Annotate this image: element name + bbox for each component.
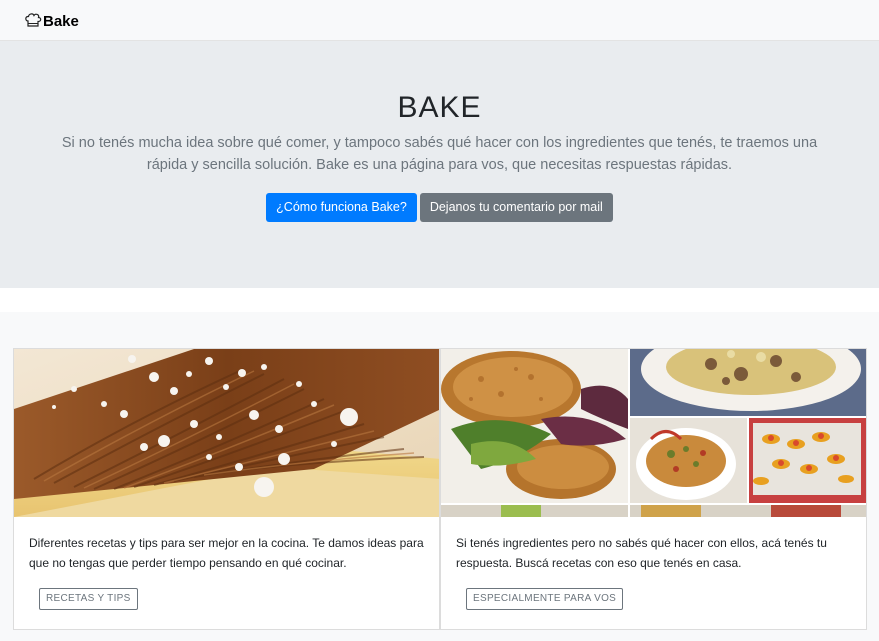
navbar: Bake <box>0 0 879 41</box>
recipes-card-body: Diferentes recetas y tips para ser mejor… <box>14 517 439 610</box>
email-comment-button[interactable]: Dejanos tu comentario por mail <box>419 193 613 222</box>
for-you-card: Si tenés ingredientes pero no sabés qué … <box>440 348 867 630</box>
hero-button-row: ¿Cómo funciona Bake? Dejanos tu comentar… <box>0 193 879 222</box>
especially-for-you-button[interactable]: ESPECIALMENTE PARA VOS <box>466 588 624 610</box>
chef-hat-icon <box>24 12 42 28</box>
dessert-photo <box>14 349 439 517</box>
brand-link[interactable]: Bake <box>24 11 79 30</box>
how-it-works-button[interactable]: ¿Cómo funciona Bake? <box>266 193 417 222</box>
for-you-card-text: Si tenés ingredientes pero no sabés qué … <box>456 536 827 570</box>
hero-section: BAKE Si no tenés mucha idea sobre qué co… <box>0 41 879 288</box>
section-divider <box>0 288 879 312</box>
hero-title: BAKE <box>397 91 482 124</box>
brand-label: Bake <box>43 12 79 30</box>
food-collage-photo <box>441 349 866 517</box>
recipes-tips-button[interactable]: RECETAS Y TIPS <box>39 588 138 610</box>
for-you-card-body: Si tenés ingredientes pero no sabés qué … <box>441 517 866 610</box>
hero-lead: Si no tenés mucha idea sobre qué comer, … <box>61 135 818 173</box>
recipes-card-text: Diferentes recetas y tips para ser mejor… <box>29 536 424 570</box>
recipes-card: Diferentes recetas y tips para ser mejor… <box>13 348 440 630</box>
